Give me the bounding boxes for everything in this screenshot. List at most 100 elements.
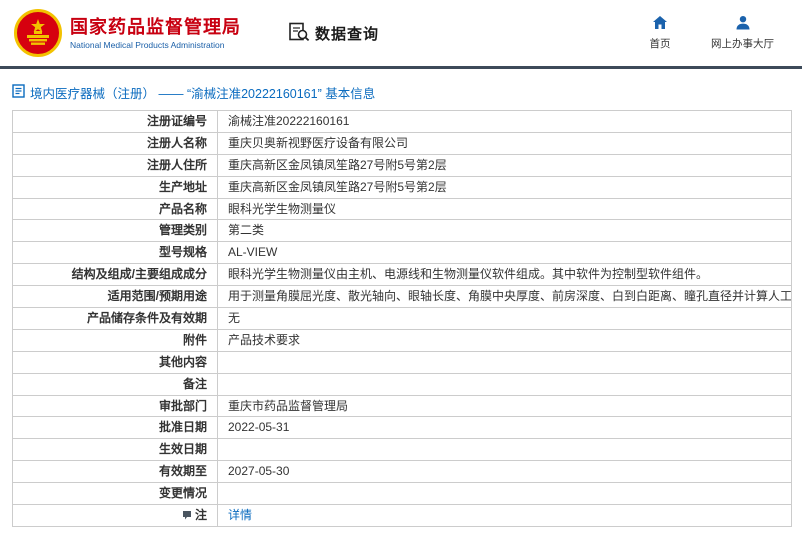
row-value-cell: 详情: [217, 504, 792, 527]
row-value: 第二类: [228, 223, 265, 238]
data-query-nav[interactable]: 数据查询: [289, 22, 379, 44]
row-value-cell: 重庆贝奥新视野医疗设备有限公司: [217, 131, 792, 155]
nav-service-hall-label: 网上办事大厅: [711, 38, 774, 50]
row-value-cell: 重庆高新区金凤镇凤笙路27号附5号第2层: [217, 153, 792, 177]
note-icon: [182, 509, 192, 520]
table-row: 注 详情: [12, 504, 792, 527]
national-emblem-logo: [14, 9, 62, 57]
home-icon: [652, 15, 668, 33]
row-value-cell: 重庆市药品监督管理局: [217, 394, 792, 418]
top-nav: 首页 网上办事大厅: [643, 15, 788, 51]
row-label-cell: 有效期至: [12, 460, 218, 484]
agency-brand: 国家药品监督管理局 National Medical Products Admi…: [14, 9, 241, 57]
row-value-cell: [217, 350, 792, 374]
row-value: 产品技术要求: [228, 332, 301, 347]
row-value: 重庆高新区金凤镇凤笙路27号附5号第2层: [228, 179, 447, 194]
agency-title-cn: 国家药品监督管理局: [70, 16, 241, 37]
table-row: 型号规格 AL-VIEW: [12, 241, 792, 265]
table-row: 结构及组成/主要组成成分 眼科光学生物测量仪由主机、电源线和生物测量仪软件组成。其…: [12, 263, 792, 287]
agency-title-en: National Medical Products Administration: [70, 39, 225, 50]
data-query-icon: [289, 22, 310, 44]
row-label: 批准日期: [158, 420, 207, 435]
row-label: 注册人住所: [146, 157, 207, 172]
row-label: 产品储存条件及有效期: [86, 310, 207, 325]
row-value-cell: 眼科光学生物测量仪: [217, 197, 792, 221]
row-label: 附件: [182, 332, 207, 347]
table-row: 有效期至 2027-05-30: [12, 460, 792, 484]
row-label: 型号规格: [158, 245, 207, 260]
row-label: 生效日期: [158, 442, 207, 457]
row-value-cell: 用于测量角膜屈光度、散光轴向、眼轴长度、角膜中央厚度、前房深度、白到白距离、瞳孔…: [217, 285, 792, 309]
table-row: 注册证编号 渝械注准20222160161: [12, 110, 792, 133]
row-value-cell: [217, 438, 792, 462]
row-label-cell: 产品名称: [12, 197, 218, 221]
row-label-cell: 适用范围/预期用途: [12, 285, 218, 309]
row-value: 2027-05-30: [228, 464, 290, 479]
row-label: 结构及组成/主要组成成分: [71, 267, 207, 282]
table-row: 注册人住所 重庆高新区金凤镇凤笙路27号附5号第2层: [12, 153, 792, 177]
row-value-cell: 重庆高新区金凤镇凤笙路27号附5号第2层: [217, 175, 792, 199]
row-label: 变更情况: [158, 486, 207, 501]
row-label: 适用范围/预期用途: [107, 289, 207, 304]
table-row: 审批部门 重庆市药品监督管理局: [12, 394, 792, 418]
row-label-cell: 附件: [12, 328, 218, 352]
row-label: 注册人名称: [146, 135, 207, 150]
row-label-cell: 批准日期: [12, 416, 218, 440]
row-value-cell: 第二类: [217, 219, 792, 243]
table-row: 产品名称 眼科光学生物测量仪: [12, 197, 792, 221]
table-row: 附件 产品技术要求: [12, 328, 792, 352]
row-label-cell: 产品储存条件及有效期: [12, 307, 218, 330]
row-value-cell: 产品技术要求: [217, 328, 792, 352]
row-value: AL-VIEW: [228, 245, 278, 260]
row-label-cell: 审批部门: [12, 394, 218, 418]
table-row: 变更情况: [12, 482, 792, 506]
row-label-cell: 注: [12, 504, 218, 527]
row-label-cell: 注册人名称: [12, 131, 218, 155]
row-label: 注: [194, 507, 207, 522]
row-value: 眼科光学生物测量仪由主机、电源线和生物测量仪软件组成。其中软件为控制型软件组件。: [228, 267, 709, 282]
table-row: 产品储存条件及有效期 无: [12, 307, 792, 330]
row-label-cell: 备注: [12, 372, 218, 396]
breadcrumb: 境内医疗器械（注册） —— “渝械注准20222160161” 基本信息: [0, 69, 802, 110]
row-label: 其他内容: [158, 354, 207, 369]
row-label-cell: 变更情况: [12, 482, 218, 506]
row-label: 审批部门: [158, 398, 207, 413]
table-row: 注册人名称 重庆贝奥新视野医疗设备有限公司: [12, 131, 792, 155]
row-label-cell: 生效日期: [12, 438, 218, 462]
row-label-cell: 管理类别: [12, 219, 218, 243]
row-label: 产品名称: [158, 201, 207, 216]
info-table-body: 注册证编号 渝械注准20222160161 注册人名称 重庆贝奥新视野医疗设备有限公司…: [12, 110, 792, 527]
table-row: 其他内容: [12, 350, 792, 374]
table-row: 管理类别 第二类: [12, 219, 792, 243]
row-value: 用于测量角膜屈光度、散光轴向、眼轴长度、角膜中央厚度、前房深度、白到白距离、瞳孔…: [228, 289, 792, 304]
row-label-cell: 型号规格: [12, 241, 218, 265]
row-value-cell: 渝械注准20222160161: [217, 110, 792, 133]
registration-info-table: 注册证编号 渝械注准20222160161 注册人名称 重庆贝奥新视野医疗设备有限公司…: [12, 110, 792, 527]
nav-home-label: 首页: [649, 38, 671, 50]
row-value: 重庆市药品监督管理局: [228, 398, 349, 413]
document-icon: [12, 84, 25, 101]
row-label: 生产地址: [158, 179, 207, 194]
table-row: 适用范围/预期用途 用于测量角膜屈光度、散光轴向、眼轴长度、角膜中央厚度、前房深度…: [12, 285, 792, 309]
row-value-cell: 眼科光学生物测量仪由主机、电源线和生物测量仪软件组成。其中软件为控制型软件组件。: [217, 263, 792, 287]
detail-link[interactable]: 详情: [228, 508, 252, 522]
row-value: 重庆贝奥新视野医疗设备有限公司: [228, 135, 409, 150]
page-header: 国家药品监督管理局 National Medical Products Admi…: [0, 0, 802, 69]
row-value: 无: [228, 310, 241, 325]
row-label: 有效期至: [158, 464, 207, 479]
row-value-cell: [217, 372, 792, 396]
row-label-cell: 注册人住所: [12, 153, 218, 177]
nav-home[interactable]: 首页: [643, 15, 677, 51]
row-value-cell: 2027-05-30: [217, 460, 792, 484]
row-value-cell: [217, 482, 792, 506]
table-row: 备注: [12, 372, 792, 396]
nav-service-hall[interactable]: 网上办事大厅: [711, 15, 774, 51]
row-value-cell: 2022-05-31: [217, 416, 792, 440]
row-label: 备注: [182, 376, 207, 391]
table-row: 生效日期: [12, 438, 792, 462]
row-value: 重庆高新区金凤镇凤笙路27号附5号第2层: [228, 157, 447, 172]
person-icon: [735, 15, 751, 33]
row-value-cell: AL-VIEW: [217, 241, 792, 265]
table-row: 批准日期 2022-05-31: [12, 416, 792, 440]
row-label: 注册证编号: [146, 113, 207, 128]
